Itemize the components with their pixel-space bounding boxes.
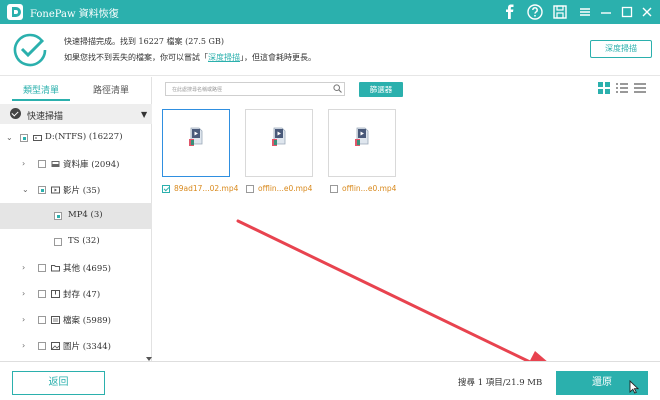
- archive-icon: [51, 290, 60, 298]
- tree-item-video[interactable]: ⌄ 影片 (35): [0, 177, 152, 203]
- chevron-right-icon[interactable]: ›: [22, 341, 30, 351]
- quick-scan-label: 快速掃描: [27, 112, 64, 122]
- fonepaw-logo-icon: [7, 4, 23, 20]
- tree-checkbox[interactable]: [38, 264, 46, 272]
- tree-checkbox[interactable]: [54, 212, 62, 220]
- tree-item-label: 封存 (47): [63, 290, 101, 300]
- scan-hint-text: 如果您找不到丟失的檔案，你可以嘗試「深度掃描」，但這會耗時更長。: [64, 52, 316, 63]
- menu-icon[interactable]: [576, 3, 594, 21]
- tree-item-archive[interactable]: › 封存 (47): [0, 281, 152, 307]
- tree-checkbox[interactable]: [38, 342, 46, 350]
- file-thumbnail[interactable]: [245, 109, 313, 177]
- tree-item-label: TS (32): [68, 236, 100, 246]
- footer-bar: 返回 搜尋 1 項目/21.9 MB 還原: [0, 361, 660, 400]
- tree-item-label: 資料庫 (2094): [63, 160, 120, 170]
- tree-item-label: 影片 (35): [63, 186, 101, 196]
- scan-check-icon: [10, 108, 21, 119]
- save-icon[interactable]: [551, 3, 569, 21]
- tree-item-drive[interactable]: ⌄ D:(NTFS) (16227): [0, 125, 152, 151]
- file-thumbnail[interactable]: [162, 109, 230, 177]
- tree-item-label: D:(NTFS) (16227): [45, 132, 123, 142]
- file-thumbnail[interactable]: [328, 109, 396, 177]
- folder-icon: [51, 265, 60, 272]
- scan-status-panel: 快速掃描完成。找到 16227 檔案 (27.5 GB) 如果您找不到丟失的檔案…: [0, 24, 660, 76]
- tree-item-label: MP4 (3): [68, 210, 103, 220]
- tree-item-label: 圖片 (3344): [63, 342, 111, 352]
- sidebar: 類型清單 路徑清單 快速掃描 ▼ ⌄ D:(NTFS) (16227) › 資料…: [0, 77, 152, 361]
- mouse-cursor-icon: [629, 380, 639, 394]
- tree-item-mp4[interactable]: MP4 (3): [0, 203, 152, 229]
- scan-complete-icon: [13, 33, 47, 67]
- tree-checkbox[interactable]: [54, 238, 62, 246]
- close-icon[interactable]: [638, 3, 656, 21]
- maximize-icon[interactable]: [618, 3, 636, 21]
- selection-info: 搜尋 1 項目/21.9 MB: [458, 378, 543, 388]
- tree-item-ts[interactable]: TS (32): [0, 229, 152, 255]
- chevron-right-icon[interactable]: ›: [22, 289, 30, 299]
- scan-hint-prefix: 如果您找不到丟失的檔案，你可以嘗試「: [64, 53, 208, 62]
- tree-checkbox[interactable]: [20, 134, 28, 142]
- title-bar: FonePaw 資料恢復: [0, 0, 660, 24]
- image-icon: [51, 342, 60, 350]
- tree-checkbox[interactable]: [38, 186, 46, 194]
- drive-icon: [33, 135, 42, 141]
- filter-button[interactable]: 篩選器: [359, 82, 403, 97]
- tree-checkbox[interactable]: [38, 316, 46, 324]
- document-icon: [51, 316, 60, 324]
- tree-item-label: 檔案 (5989): [63, 316, 111, 326]
- minimize-icon[interactable]: [597, 3, 615, 21]
- help-icon[interactable]: [526, 3, 544, 21]
- file-name: offlin...e0.mp4: [258, 184, 313, 193]
- file-name: offlin...e0.mp4: [342, 184, 397, 193]
- list-view-icon[interactable]: [615, 81, 629, 95]
- tree-item-document[interactable]: › 檔案 (5989): [0, 307, 152, 333]
- chevron-down-icon[interactable]: ⌄: [6, 133, 14, 143]
- tree-checkbox[interactable]: [38, 290, 46, 298]
- search-placeholder: 在此處搜尋名稱或路徑: [172, 87, 223, 93]
- video-file-icon: [272, 127, 286, 146]
- database-icon: [51, 161, 60, 167]
- tab-type-list[interactable]: 類型清單: [12, 83, 70, 101]
- tab-path-list[interactable]: 路徑清單: [82, 83, 140, 101]
- tree-item-label: 其他 (4695): [63, 264, 111, 274]
- tree-item-database[interactable]: › 資料庫 (2094): [0, 151, 152, 177]
- tree-item-other[interactable]: › 其他 (4695): [0, 255, 152, 281]
- tree-checkbox[interactable]: [38, 160, 46, 168]
- detail-view-icon[interactable]: [633, 81, 647, 95]
- quick-scan-header[interactable]: 快速掃描 ▼: [0, 104, 152, 124]
- facebook-icon[interactable]: [501, 3, 519, 21]
- scan-hint-suffix: 」，但這會耗時更長。: [240, 53, 316, 62]
- video-icon: [51, 186, 60, 194]
- grid-view-icon[interactable]: [597, 81, 611, 95]
- file-name: 89ad17...02.mp4: [174, 184, 239, 193]
- chevron-right-icon[interactable]: ›: [22, 315, 30, 325]
- search-icon[interactable]: [333, 84, 342, 93]
- scan-result-text: 快速掃描完成。找到 16227 檔案 (27.5 GB): [64, 37, 224, 46]
- file-checkbox[interactable]: [246, 185, 254, 193]
- file-checkbox[interactable]: [330, 185, 338, 193]
- chevron-right-icon[interactable]: ›: [22, 263, 30, 273]
- deep-scan-button[interactable]: 深度掃描: [590, 40, 652, 58]
- chevron-right-icon[interactable]: ›: [22, 159, 30, 169]
- video-file-icon: [355, 127, 369, 146]
- chevron-down-icon[interactable]: ⌄: [22, 185, 30, 195]
- file-checkbox[interactable]: [162, 185, 170, 193]
- app-title: FonePaw 資料恢復: [30, 9, 119, 20]
- deep-scan-link[interactable]: 深度掃描: [208, 53, 240, 62]
- chevron-down-icon[interactable]: ▼: [141, 110, 147, 119]
- back-button[interactable]: 返回: [12, 371, 105, 395]
- tree-item-image[interactable]: › 圖片 (3344): [0, 333, 152, 359]
- search-input[interactable]: 在此處搜尋名稱或路徑: [165, 82, 345, 96]
- video-file-icon: [189, 127, 203, 146]
